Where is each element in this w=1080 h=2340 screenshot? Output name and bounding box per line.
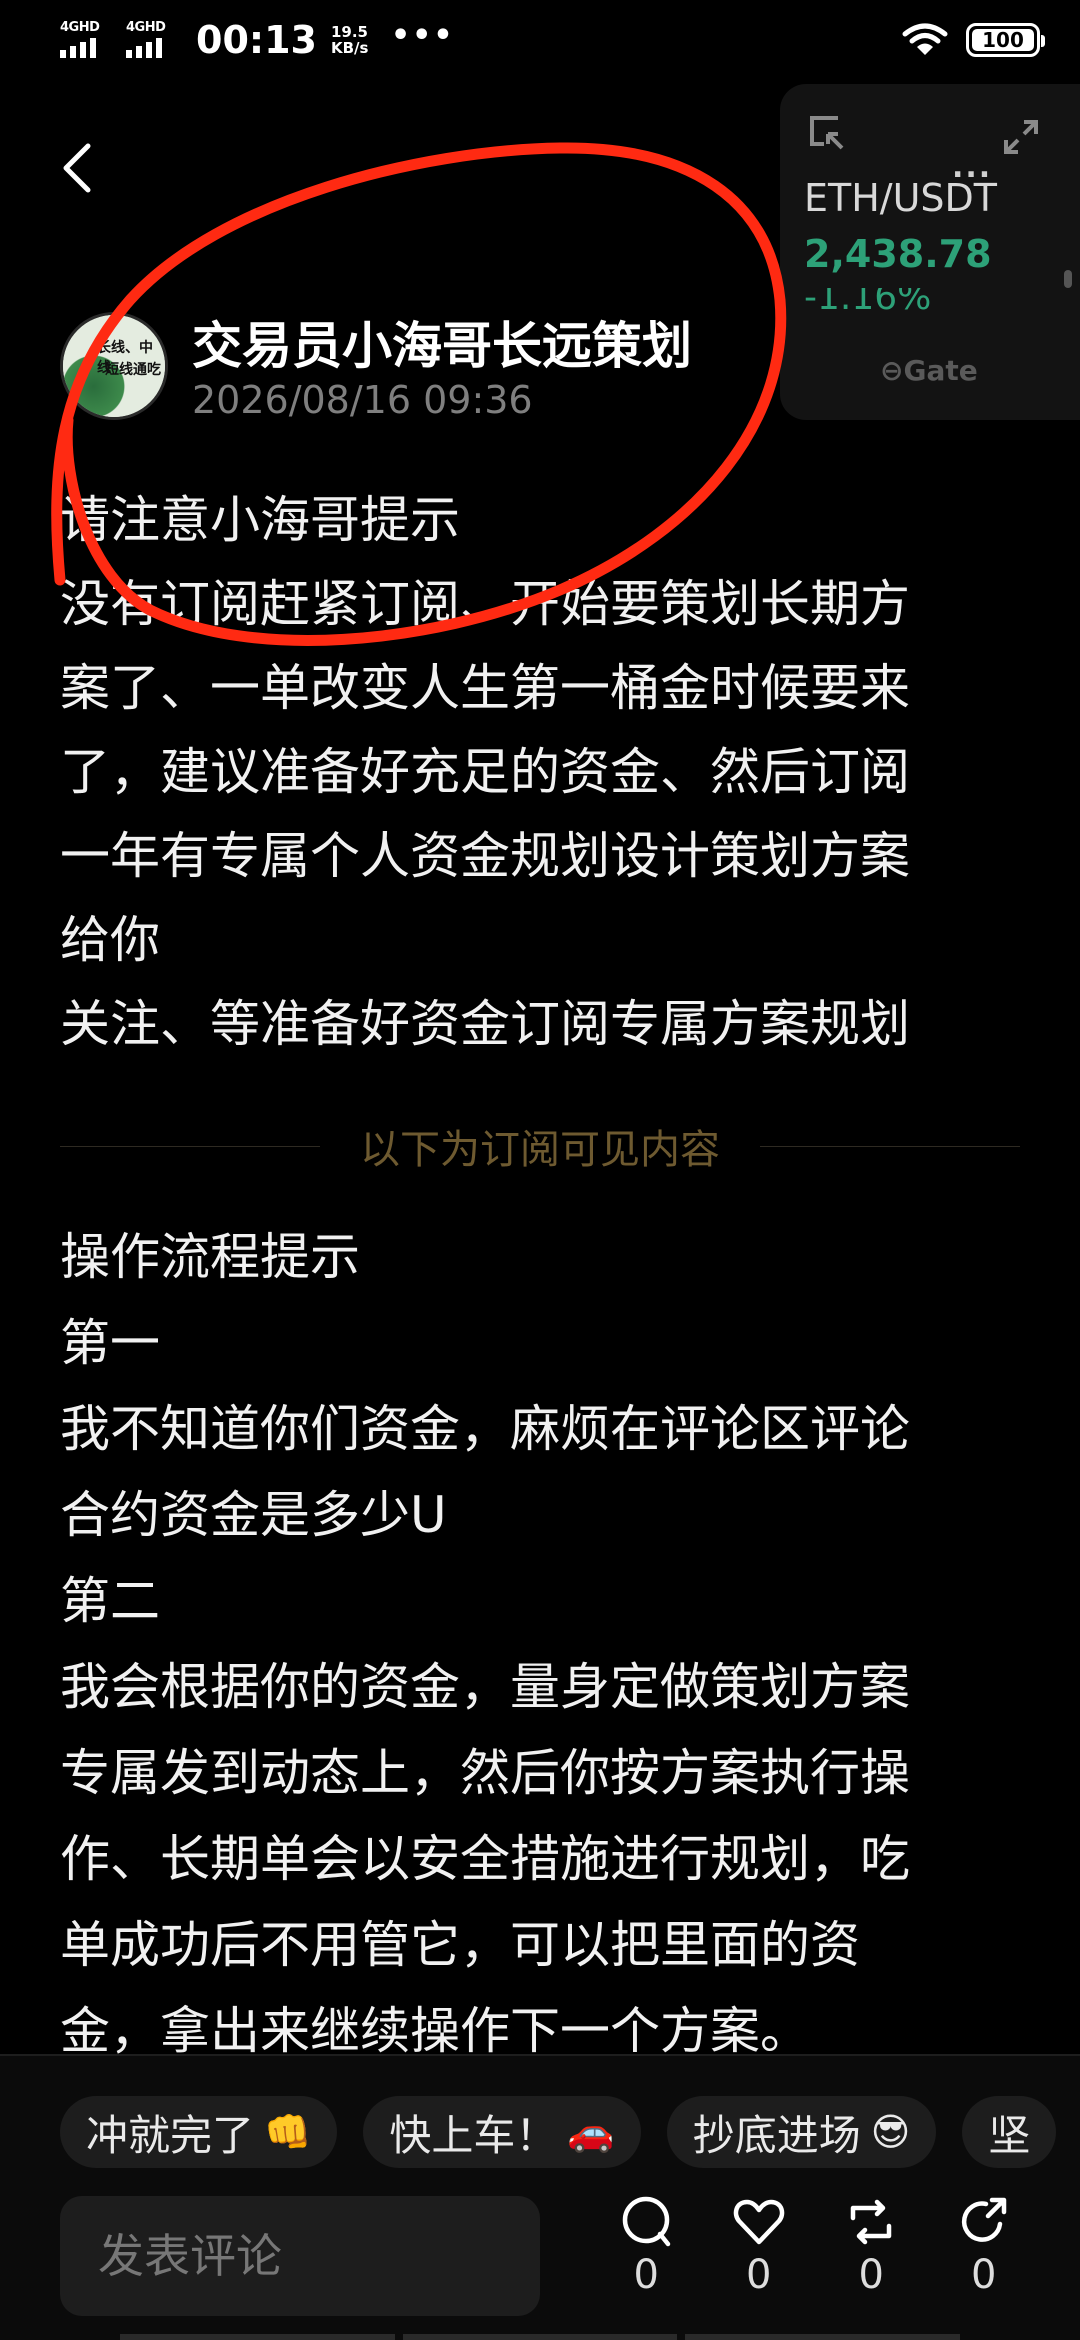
post-line: 案了、一单改变人生第一桶金时候要来 [60,659,910,717]
signal-icon-2: 4GHD [126,20,178,60]
post-line: 了，建议准备好充足的资金、然后订阅 [60,743,910,801]
sunglasses-emoji-icon: 😎 [870,2110,911,2154]
avatar[interactable]: 长线、中线 短线通吃 [60,312,168,420]
action-bar: 0 0 0 0 [590,2194,1040,2298]
system-nav-bar [120,2334,961,2340]
comment-input[interactable] [60,2196,540,2316]
back-button[interactable] [56,138,104,198]
like-count: 0 [746,2252,772,2298]
ticker-change: -1.16% [804,288,932,310]
clock: 00:13 [196,18,317,62]
price-ticker-widget[interactable]: ... ETH/USDT 2,438.78 -1.16% ⊖Gate [780,84,1080,420]
ticker-pair: ETH/USDT [804,176,998,220]
speed-value: 19.5 [330,23,368,41]
post-line: 单成功后不用管它，可以把里面的资 [60,1916,860,1974]
network-type-label-2: 4GHD [126,20,166,35]
post-line: 没有订阅赶紧订阅、开始要策划长期方 [60,575,910,633]
ticker-price: 2,438.78 [804,232,992,276]
more-notifications-icon: ••• [390,17,455,53]
chip-label: 冲就完了 [86,2110,255,2160]
network-speed: 19.5 KB/s [331,24,377,56]
post-line: 第一 [60,1314,160,1372]
repost-icon [851,2199,892,2245]
comment-icon [623,2196,671,2247]
fist-emoji-icon: 👊 [264,2109,312,2154]
network-type-label: 4GHD [60,20,100,35]
avatar-text-2: 短线通吃 [105,362,161,378]
brand-logo: ⊖Gate [880,354,978,387]
chip-label: 抄底进场 [692,2110,861,2160]
wifi-icon [902,23,948,55]
quick-reply-chip[interactable]: 抄底进场 😎 [666,2096,937,2168]
like-button[interactable]: 0 [703,2194,816,2298]
brand-name: Gate [903,354,978,387]
bottom-bar: 冲就完了 👊 快上车！ 🚗 抄底进场 😎 坚 发表评论 0 0 0 0 [0,2054,1080,2340]
chip-label: 快上车！ [389,2110,558,2160]
chevron-left-icon [63,143,91,193]
post-line: 合约资金是多少U [60,1486,447,1544]
post-line: 我会根据你的资金，量身定做策划方案 [60,1658,910,1716]
post-body: 请注意小海哥提示 没有订阅赶紧订阅、开始要策划长期方 案了、一单改变人生第一桶金… [60,478,1024,1066]
quick-reply-chip[interactable]: 快上车！ 🚗 [363,2096,641,2168]
post-line: 我不知道你们资金，麻烦在评论区评论 [60,1400,910,1458]
quick-reply-chip[interactable]: 坚 [962,2096,1057,2168]
author-name[interactable]: 交易员小海哥长远策划 [192,306,692,378]
post-line: 操作流程提示 [60,1228,360,1286]
expand-icon[interactable] [1002,118,1040,156]
subscription-divider-label: 以下为订阅可见内容 [360,1127,720,1173]
collapse-icon[interactable] [806,112,846,152]
share-icon [961,2197,1006,2242]
share-count: 0 [971,2252,997,2298]
repost-button[interactable]: 0 [815,2194,928,2298]
comment-button[interactable]: 0 [590,2194,703,2298]
post-line: 作、长期单会以安全措施进行规划，吃 [60,1830,910,1888]
post-line: 一年有专属个人资金规划设计策划方案 [60,827,910,885]
post-line: 关注、等准备好资金订阅专属方案规划 [60,995,910,1053]
speed-unit: KB/s [330,39,369,57]
status-bar: 4GHD 4GHD 00:13 19.5 KB/s ••• 100 [0,0,1080,84]
comment-input-container[interactable] [60,2196,540,2316]
chip-label: 坚 [988,2110,1031,2160]
quick-reply-list: 冲就完了 👊 快上车！ 🚗 抄底进场 😎 坚 [60,2096,1057,2168]
battery-icon: 100 [966,23,1045,57]
heart-icon [733,2199,785,2245]
post-timestamp: 2026/08/16 09:36 [192,378,533,422]
ticker-scrollbar [1064,270,1072,288]
post-line: 请注意小海哥提示 [60,491,460,549]
post-line: 专属发到动态上，然后你按方案执行操 [60,1744,910,1802]
comment-count: 0 [633,2252,659,2298]
post-line: 给你 [60,911,160,969]
car-emoji-icon: 🚗 [567,2109,615,2154]
signal-icon: 4GHD [60,20,112,60]
battery-level: 100 [982,28,1024,52]
post-detail-screen: 4GHD 4GHD 00:13 19.5 KB/s ••• 100 ... ET… [0,0,1080,2340]
post-line: 第二 [60,1572,160,1630]
subscribed-content: 操作流程提示 第一 我不知道你们资金，麻烦在评论区评论 合约资金是多少U 第二 … [60,1214,1024,2074]
repost-count: 0 [858,2252,884,2298]
quick-reply-chip[interactable]: 冲就完了 👊 [60,2096,338,2168]
subscription-divider: 以下为订阅可见内容 [60,1114,1020,1178]
gate-icon: ⊖ [880,354,904,387]
share-button[interactable]: 0 [928,2194,1041,2298]
